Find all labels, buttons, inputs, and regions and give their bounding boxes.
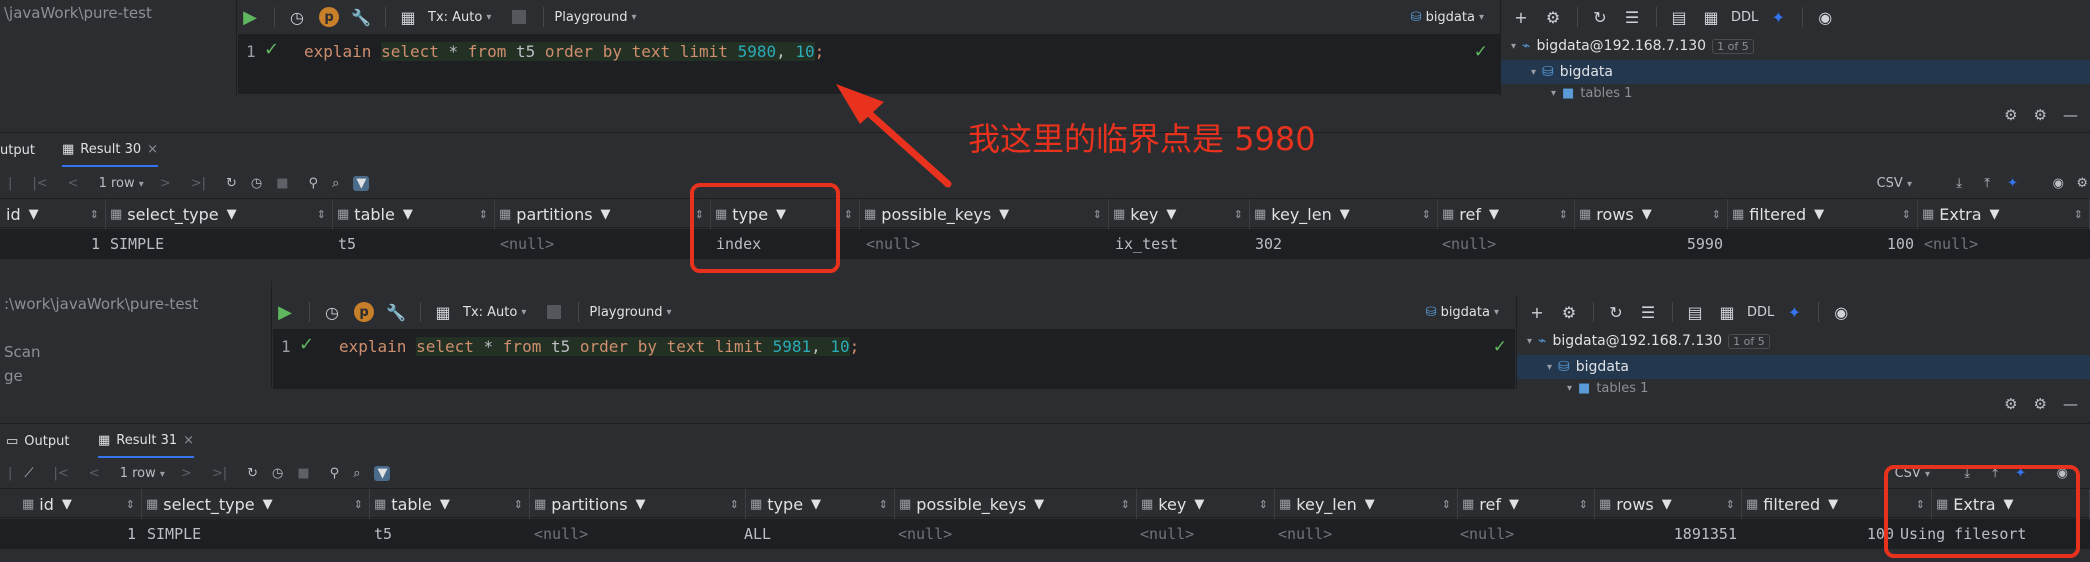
annotation-box-extra — [1884, 465, 2080, 558]
annotation-box-type — [690, 183, 840, 273]
annotation-arrow-layer — [836, 84, 952, 188]
annotation-text: 我这里的临界点是 5980 — [968, 120, 1316, 158]
